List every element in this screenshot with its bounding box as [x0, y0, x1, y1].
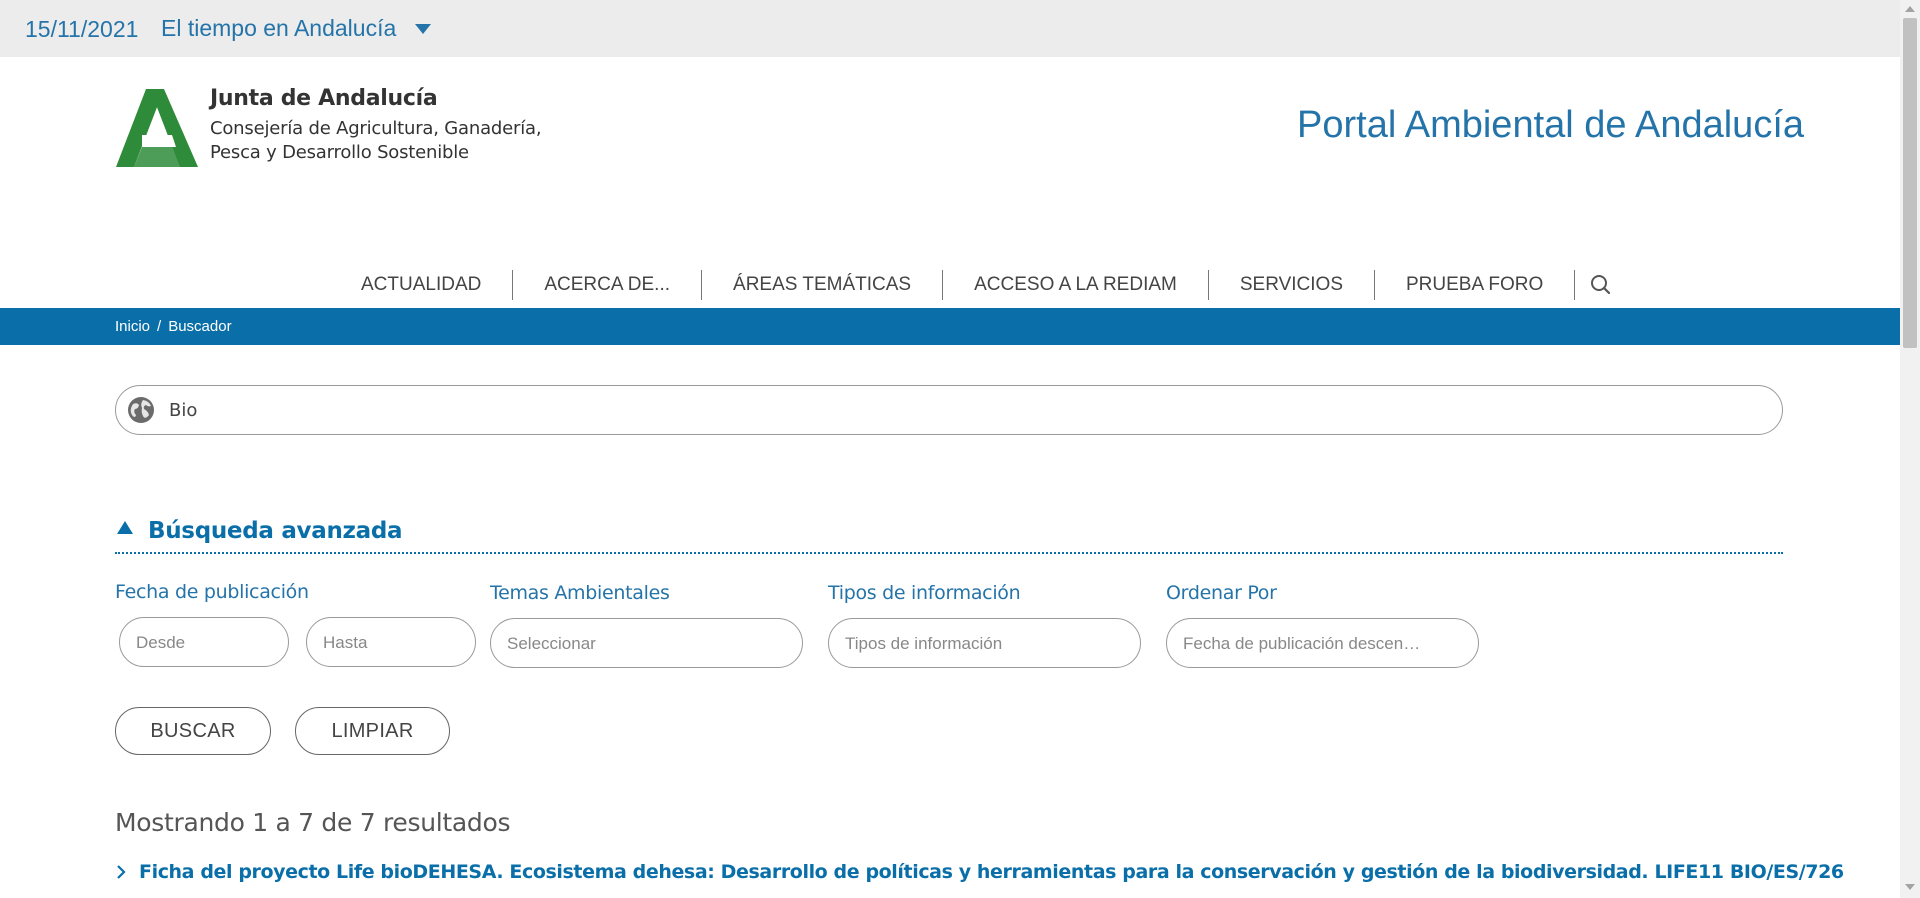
breadcrumb-home[interactable]: Inicio	[115, 318, 150, 335]
date-to-placeholder: Hasta	[323, 633, 368, 652]
portal-title[interactable]: Portal Ambiental de Andalucía	[1297, 104, 1804, 147]
scroll-down-arrow-icon[interactable]	[1905, 884, 1915, 890]
info-type-filter-label: Tipos de información	[828, 582, 1021, 604]
order-by-select-value: Fecha de publicación descen…	[1183, 634, 1421, 653]
search-icon[interactable]	[1575, 270, 1619, 300]
org-department-line1: Consejería de Agricultura, Ganadería,	[210, 118, 542, 139]
org-department-line2: Pesca y Desarrollo Sostenible	[210, 142, 469, 163]
search-box	[115, 385, 1783, 435]
junta-andalucia-logo-icon[interactable]	[116, 89, 198, 167]
clear-button[interactable]: LIMPIAR	[295, 707, 450, 755]
breadcrumb: Inicio / Buscador	[115, 318, 232, 335]
collapse-triangle-icon[interactable]	[117, 521, 133, 534]
search-button[interactable]: BUSCAR	[115, 707, 271, 755]
current-date: 15/11/2021	[25, 16, 139, 42]
weather-bar: 15/11/2021 El tiempo en Andalucía	[0, 0, 1900, 57]
date-from-placeholder: Desde	[136, 633, 186, 652]
advanced-search-divider	[115, 552, 1783, 554]
nav-item-servicios[interactable]: SERVICIOS	[1209, 270, 1375, 300]
globe-icon	[128, 397, 154, 423]
org-department: Consejería de Agricultura, Ganadería, Pe…	[210, 117, 542, 165]
nav-item-acerca-de[interactable]: ACERCA DE...	[513, 270, 703, 300]
nav-item-actualidad[interactable]: ACTUALIDAD	[330, 270, 514, 300]
order-by-select[interactable]: Fecha de publicación descen…	[1166, 618, 1479, 668]
results-summary: Mostrando 1 a 7 de 7 resultados	[115, 808, 511, 837]
list-item[interactable]: Ficha del proyecto Life bioDEHESA. Ecosi…	[115, 861, 1844, 883]
main-nav: ACTUALIDAD ACERCA DE... ÁREAS TEMÁTICAS …	[330, 270, 1619, 300]
breadcrumb-separator: /	[157, 318, 162, 335]
page-scrollbar[interactable]	[1900, 0, 1920, 898]
date-from-field[interactable]: Desde	[119, 617, 289, 667]
themes-filter-label: Temas Ambientales	[490, 582, 670, 604]
breadcrumb-bar: Inicio / Buscador	[0, 308, 1900, 345]
org-name: Junta de Andalucía	[210, 86, 438, 111]
breadcrumb-current: Buscador	[168, 318, 232, 335]
themes-select-placeholder: Seleccionar	[507, 634, 596, 653]
search-input[interactable]	[169, 397, 1729, 423]
nav-item-acceso-rediam[interactable]: ACCESO A LA REDIAM	[943, 270, 1209, 300]
result-link[interactable]: Ficha del proyecto Life bioDEHESA. Ecosi…	[139, 861, 1844, 883]
nav-item-areas-tematicas[interactable]: ÁREAS TEMÁTICAS	[702, 270, 944, 300]
advanced-search-toggle[interactable]: Búsqueda avanzada	[148, 518, 403, 544]
info-type-select-placeholder: Tipos de información	[845, 634, 1003, 653]
caret-down-icon[interactable]	[415, 24, 431, 34]
date-to-field[interactable]: Hasta	[306, 617, 476, 667]
chevron-right-icon	[115, 862, 127, 882]
info-type-select[interactable]: Tipos de información	[828, 618, 1141, 668]
scroll-up-arrow-icon[interactable]	[1905, 6, 1915, 12]
order-by-label: Ordenar Por	[1166, 582, 1277, 604]
weather-dropdown-label[interactable]: El tiempo en Andalucía	[161, 15, 396, 42]
nav-item-prueba-foro[interactable]: PRUEBA FORO	[1375, 270, 1576, 300]
scroll-thumb[interactable]	[1903, 18, 1917, 348]
themes-select[interactable]: Seleccionar	[490, 618, 803, 668]
date-filter-label: Fecha de publicación	[115, 581, 309, 603]
